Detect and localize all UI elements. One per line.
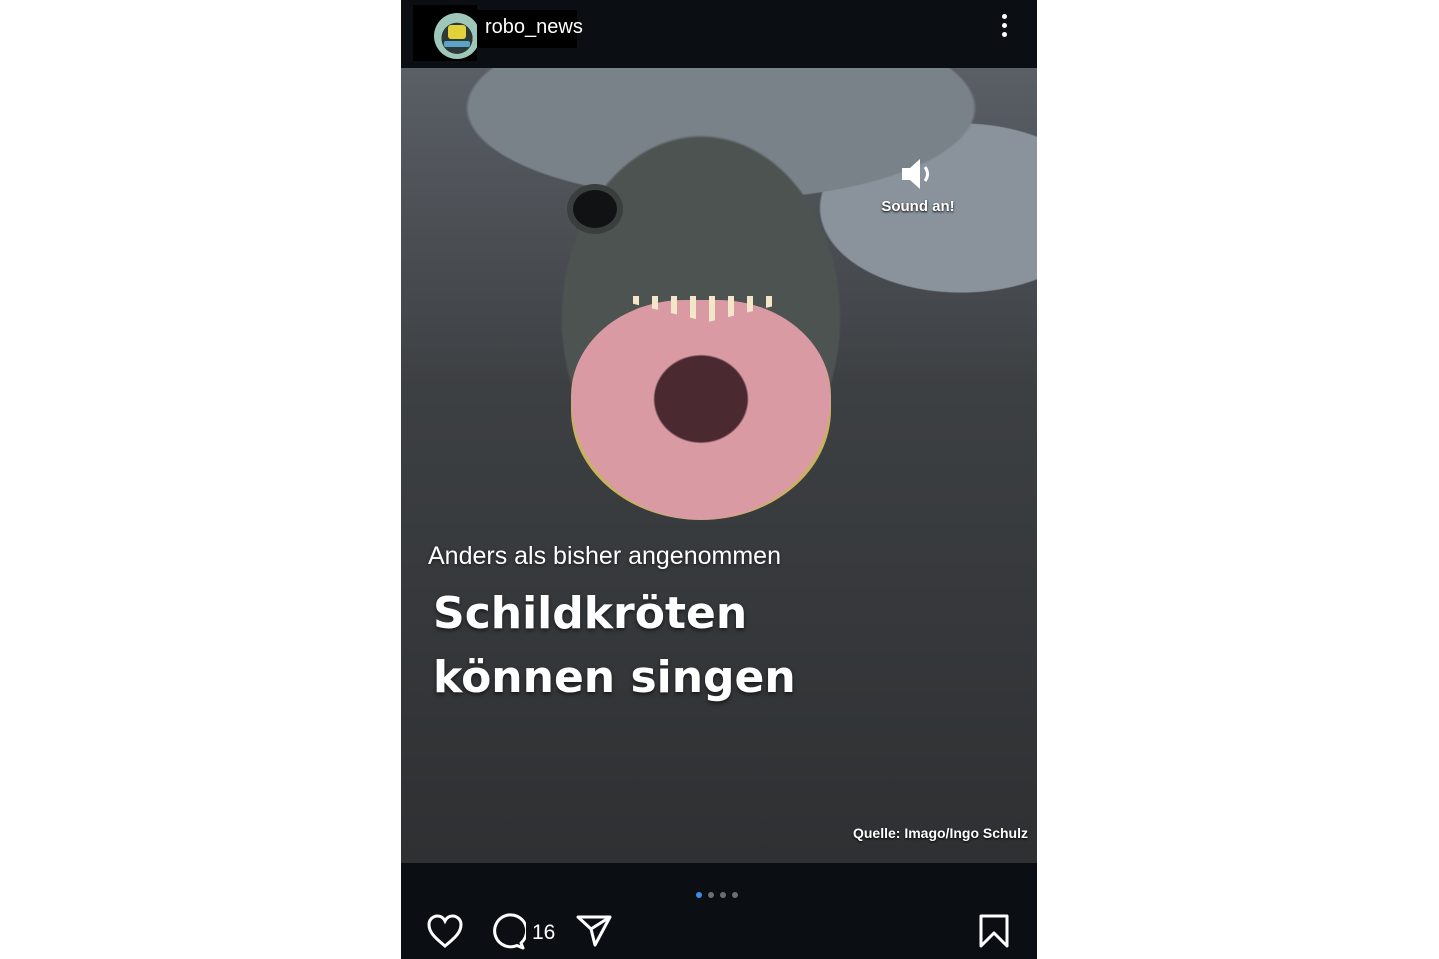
post-headline: Schildkröten können singen bbox=[433, 588, 796, 703]
carousel-dot bbox=[696, 892, 702, 898]
username[interactable]: robo_news bbox=[485, 16, 583, 39]
carousel-dot bbox=[720, 892, 726, 898]
post-header: robo_news bbox=[401, 0, 1037, 68]
tortoise-mouth bbox=[571, 300, 831, 520]
sound-label: Sound an! bbox=[881, 198, 955, 215]
carousel-dot bbox=[708, 892, 714, 898]
action-bar: 16 bbox=[401, 905, 1037, 959]
bookmark-icon[interactable] bbox=[978, 913, 1010, 949]
carousel-dot bbox=[732, 892, 738, 898]
carousel-indicator bbox=[696, 883, 744, 898]
post-kicker: Anders als bisher angenommen bbox=[428, 542, 781, 570]
post-image[interactable]: Sound an! Anders als bisher angenommen S… bbox=[401, 68, 1037, 863]
avatar[interactable] bbox=[413, 5, 480, 61]
heart-icon[interactable] bbox=[426, 913, 464, 949]
more-vertical-icon[interactable] bbox=[996, 14, 1012, 44]
post-card: robo_news Sound an! Anders als bisher an… bbox=[401, 0, 1037, 959]
comment-icon[interactable] bbox=[488, 913, 526, 951]
send-icon[interactable] bbox=[575, 913, 613, 949]
avatar-image bbox=[434, 13, 480, 59]
comment-count: 16 bbox=[532, 921, 556, 944]
speaker-icon bbox=[902, 159, 929, 189]
sound-hint[interactable]: Sound an! bbox=[878, 154, 958, 224]
tortoise-eye bbox=[573, 190, 617, 228]
image-credit: Quelle: Imago/Ingo Schulz bbox=[852, 825, 1028, 841]
